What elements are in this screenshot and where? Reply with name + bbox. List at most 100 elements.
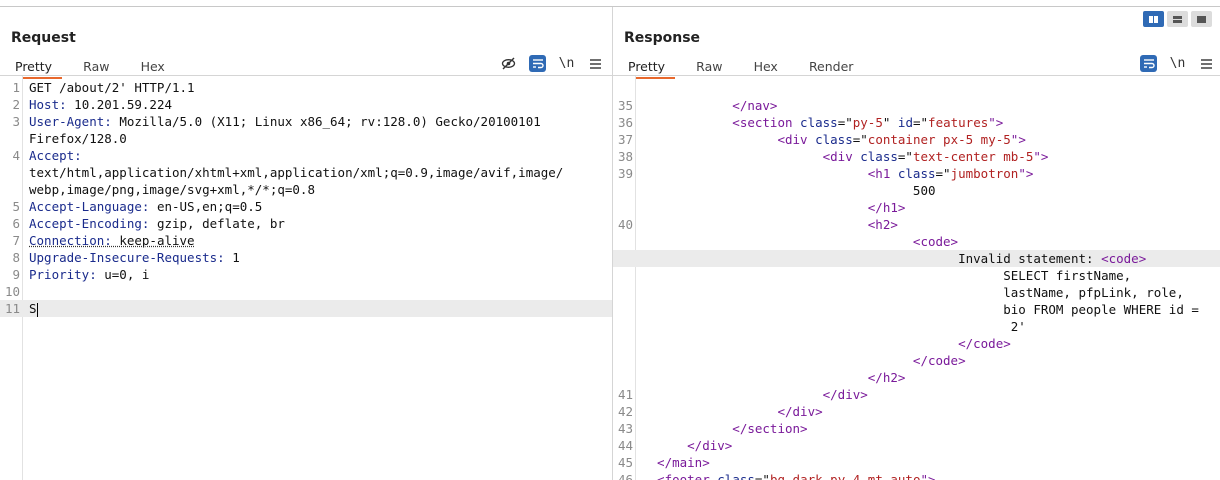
request-code-line: Firefox/128.0 bbox=[0, 130, 612, 147]
line-text: webp,image/png,image/svg+xml,*/*;q=0.8 bbox=[29, 182, 315, 197]
response-code-line: 2' bbox=[613, 318, 1220, 335]
response-code-line: 41 </div> bbox=[613, 386, 1220, 403]
response-code-line: </code> bbox=[613, 352, 1220, 369]
request-title: Request bbox=[11, 30, 76, 46]
request-code-line: 10 bbox=[0, 283, 612, 300]
wrap-lines-icon[interactable] bbox=[529, 55, 546, 72]
line-text: lastName, pfpLink, role, bbox=[642, 285, 1184, 300]
line-number: 43 bbox=[617, 421, 633, 436]
line-text: 500 bbox=[642, 183, 936, 198]
response-editor[interactable]: 35 </nav> 36 <section class="py-5" id="fe… bbox=[613, 76, 1220, 480]
line-text: </h2> bbox=[642, 370, 906, 385]
line-number: 41 bbox=[617, 387, 633, 402]
response-code-line: 46 <footer class="bg-dark py-4 mt-auto"> bbox=[613, 471, 1220, 480]
text-cursor bbox=[36, 302, 38, 317]
line-number: 9 bbox=[12, 267, 20, 282]
line-text: bio FROM people WHERE id = bbox=[642, 302, 1199, 317]
line-text: User-Agent: Mozilla/5.0 (X11; Linux x86_… bbox=[29, 114, 541, 129]
line-text: Accept: bbox=[29, 148, 82, 163]
response-code-line: 37 <div class="container px-5 my-5"> bbox=[613, 131, 1220, 148]
request-tabs: Pretty Raw Hex bbox=[5, 56, 181, 79]
line-text: Invalid statement: <code> bbox=[642, 251, 1147, 266]
newline-icon[interactable]: \n bbox=[558, 55, 575, 72]
line-text: text/html,application/xhtml+xml,applicat… bbox=[29, 165, 564, 180]
response-code-line: 44 </div> bbox=[613, 437, 1220, 454]
line-text: </div> bbox=[642, 387, 868, 402]
line-text: S bbox=[29, 301, 38, 317]
line-number: 46 bbox=[617, 472, 633, 480]
line-text: Firefox/128.0 bbox=[29, 131, 127, 146]
line-text: 2' bbox=[642, 319, 1026, 334]
response-title: Response bbox=[624, 30, 701, 46]
response-toolbar: \n bbox=[1140, 55, 1215, 72]
line-number: 10 bbox=[4, 284, 20, 299]
eye-off-icon[interactable] bbox=[500, 55, 517, 72]
layout-toggle bbox=[1143, 11, 1212, 27]
line-text: Accept-Language: en-US,en;q=0.5 bbox=[29, 199, 263, 214]
request-code-line: webp,image/png,image/svg+xml,*/*;q=0.8 bbox=[0, 181, 612, 198]
line-text: <section class="py-5" id="features"> bbox=[642, 115, 1004, 130]
request-toolbar: \n bbox=[500, 55, 604, 72]
line-text: Accept-Encoding: gzip, deflate, br bbox=[29, 216, 285, 231]
response-code-line: </h2> bbox=[613, 369, 1220, 386]
menu-icon[interactable] bbox=[1198, 55, 1215, 72]
line-text: <code> bbox=[642, 234, 959, 249]
stacked-layout-icon[interactable] bbox=[1167, 11, 1188, 27]
line-number: 37 bbox=[617, 132, 633, 147]
line-text: GET /about/2' HTTP/1.1 bbox=[29, 80, 195, 95]
line-number: 6 bbox=[12, 216, 20, 231]
line-number: 39 bbox=[617, 166, 633, 181]
line-text: <footer class="bg-dark py-4 mt-auto"> bbox=[642, 472, 936, 480]
response-code-line: <code> bbox=[613, 233, 1220, 250]
request-editor[interactable]: 1 GET /about/2' HTTP/1.1 2 Host: 10.201.59.… bbox=[0, 76, 612, 480]
top-bar bbox=[0, 0, 1220, 7]
request-code-line: 2 Host: 10.201.59.224 bbox=[0, 96, 612, 113]
request-pane: Request Pretty Raw Hex \n 1 GET /about/2'… bbox=[0, 7, 613, 480]
line-text: <div class="container px-5 my-5"> bbox=[642, 132, 1026, 147]
line-text: <h1 class="jumbotron"> bbox=[642, 166, 1034, 181]
line-number: 8 bbox=[12, 250, 20, 265]
single-layout-icon[interactable] bbox=[1191, 11, 1212, 27]
line-number: 2 bbox=[12, 97, 20, 112]
line-number: 3 bbox=[12, 114, 20, 129]
line-text: </div> bbox=[642, 404, 823, 419]
split-layout-icon[interactable] bbox=[1143, 11, 1164, 27]
request-code-line: text/html,application/xhtml+xml,applicat… bbox=[0, 164, 612, 181]
response-code-line: bio FROM people WHERE id = bbox=[613, 301, 1220, 318]
request-code-line: 7 Connection: keep-alive bbox=[0, 232, 612, 249]
line-text: Upgrade-Insecure-Requests: 1 bbox=[29, 250, 240, 265]
line-number: 11 bbox=[4, 301, 20, 316]
line-number: 7 bbox=[12, 233, 20, 248]
line-text: </code> bbox=[642, 353, 966, 368]
response-code-line: 43 </section> bbox=[613, 420, 1220, 437]
response-code-line: lastName, pfpLink, role, bbox=[613, 284, 1220, 301]
request-code-line: 4 Accept: bbox=[0, 147, 612, 164]
menu-icon[interactable] bbox=[587, 55, 604, 72]
line-number: 4 bbox=[12, 148, 20, 163]
newline-icon[interactable]: \n bbox=[1169, 55, 1186, 72]
line-text: <h2> bbox=[642, 217, 898, 232]
wrap-lines-icon[interactable] bbox=[1140, 55, 1157, 72]
response-code-line: 38 <div class="text-center mb-5"> bbox=[613, 148, 1220, 165]
line-text: </code> bbox=[642, 336, 1011, 351]
response-code-line: </code> bbox=[613, 335, 1220, 352]
response-code-line: 40 <h2> bbox=[613, 216, 1220, 233]
request-code-line: 5 Accept-Language: en-US,en;q=0.5 bbox=[0, 198, 612, 215]
response-code-line: Invalid statement: <code> bbox=[613, 250, 1220, 267]
line-number: 44 bbox=[617, 438, 633, 453]
line-text: </nav> bbox=[642, 98, 778, 113]
line-text: SELECT firstName, bbox=[642, 268, 1132, 283]
line-number: 1 bbox=[12, 80, 20, 95]
response-code-line: SELECT firstName, bbox=[613, 267, 1220, 284]
line-number: 40 bbox=[617, 217, 633, 232]
response-code-line: 39 <h1 class="jumbotron"> bbox=[613, 165, 1220, 182]
response-tabs: Pretty Raw Hex Render bbox=[618, 56, 869, 79]
response-code-line: 500 bbox=[613, 182, 1220, 199]
request-code-line: 11 S bbox=[0, 300, 612, 317]
line-number: 5 bbox=[12, 199, 20, 214]
request-code-line: 9 Priority: u=0, i bbox=[0, 266, 612, 283]
request-code-line: 6 Accept-Encoding: gzip, deflate, br bbox=[0, 215, 612, 232]
request-code-line: 1 GET /about/2' HTTP/1.1 bbox=[0, 79, 612, 96]
response-code-line: 36 <section class="py-5" id="features"> bbox=[613, 114, 1220, 131]
line-text: Priority: u=0, i bbox=[29, 267, 150, 282]
